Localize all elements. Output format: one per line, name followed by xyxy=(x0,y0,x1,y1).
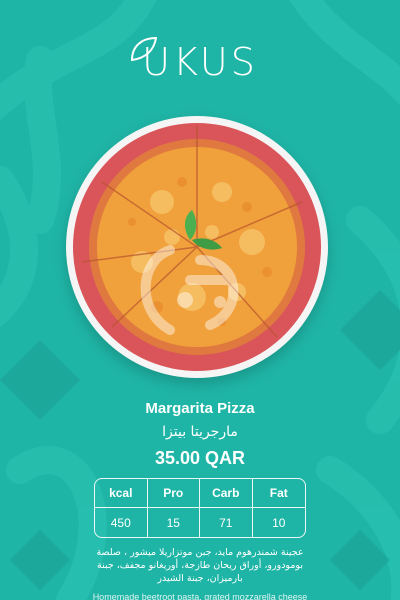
nutrition-header-protein: Pro xyxy=(147,479,200,508)
nutrition-table: kcal Pro Carb Fat 450 15 71 10 xyxy=(94,478,306,538)
product-price: 35.00 QAR xyxy=(154,448,246,468)
nutrition-value-carb: 71 xyxy=(200,508,253,537)
nutrition-value-protein: 15 xyxy=(148,508,200,537)
brand-logo: UKUS xyxy=(142,40,258,84)
product-title-ar: مارجريتا بيتزا xyxy=(162,424,238,440)
nutrition-header-kcal: kcal xyxy=(95,479,148,508)
nutrition-header-fat: Fat xyxy=(252,479,305,508)
product-title-en: Margarita Pizza xyxy=(145,400,255,417)
watermark-logo xyxy=(140,245,239,335)
nutrition-value-kcal: 450 xyxy=(95,508,148,537)
nutrition-value-fat: 10 xyxy=(272,515,286,530)
description-en: Homemade beetroot pasta, grated mozzarel… xyxy=(92,592,308,600)
nutrition-header-carb: Carb xyxy=(200,479,253,508)
description-ar: عجينة شمندرهوم مايد، جبن موتزاريلا ميشور… xyxy=(96,547,304,584)
